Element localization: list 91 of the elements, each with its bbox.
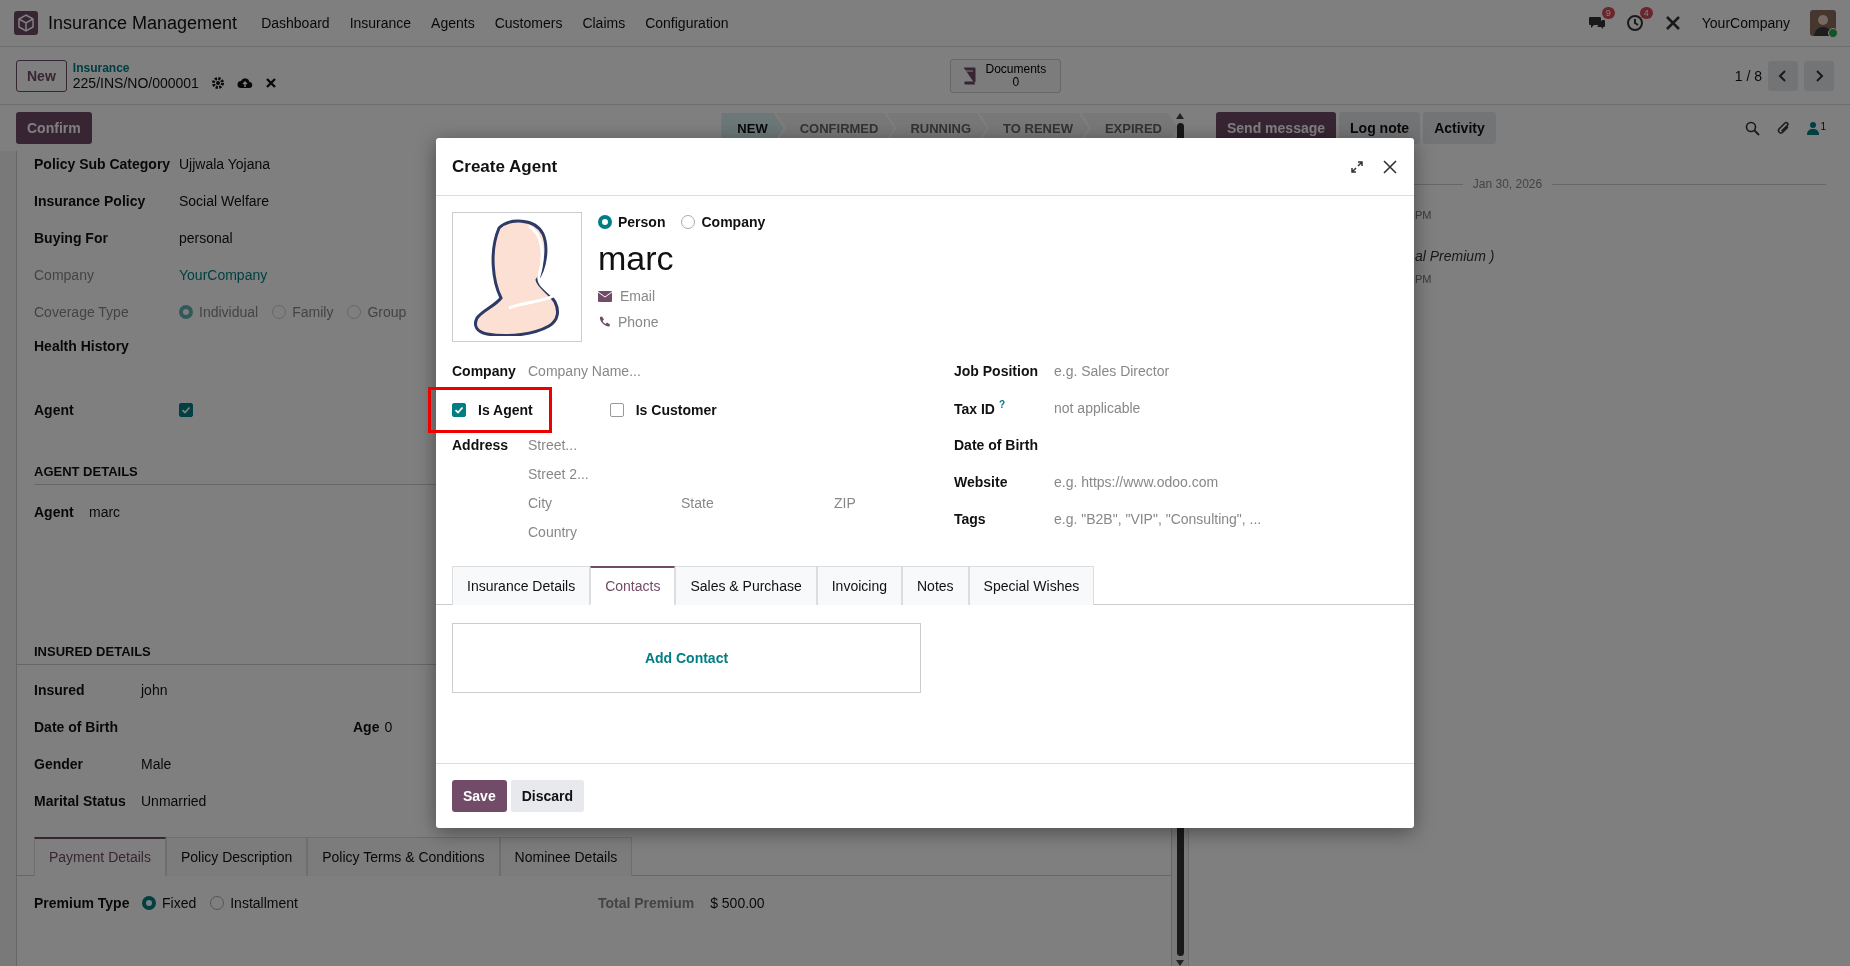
checkbox-label: Is Agent — [478, 402, 533, 418]
menu-item[interactable]: Agents — [431, 15, 475, 31]
menu-item[interactable]: Dashboard — [261, 15, 330, 31]
discard-button[interactable]: Discard — [510, 780, 585, 812]
chatter-button[interactable]: Activity — [1423, 112, 1496, 144]
street-field[interactable]: Street 2... — [528, 466, 589, 482]
field-value: marc — [89, 503, 121, 520]
notification-badge: 4 — [1639, 7, 1653, 19]
input-field[interactable]: e.g. "B2B", "VIP", "Consulting", ... — [1054, 510, 1262, 527]
option-label: Installment — [230, 894, 298, 911]
input-field[interactable]: e.g. https://www.odoo.com — [1054, 473, 1219, 490]
field-label: Date of Birth — [954, 436, 1038, 453]
field-label: Tax ID — [954, 400, 995, 417]
save-button[interactable]: Save — [452, 780, 507, 812]
field-label: Marital Status — [34, 792, 127, 809]
option-label: Person — [618, 214, 666, 230]
app-name[interactable]: Insurance Management — [48, 12, 238, 34]
follower-count: 1 — [1820, 121, 1826, 132]
field-value: john — [141, 681, 168, 698]
field-label: Total Premium — [597, 894, 695, 911]
company-field[interactable]: Company Name... — [528, 362, 641, 379]
option-label: Fixed — [162, 894, 197, 911]
input-field[interactable]: e.g. Sales Director — [1054, 362, 1170, 379]
message-text: al Premium ) — [1415, 248, 1495, 264]
field-label: Address — [452, 437, 510, 455]
field-link[interactable]: YourCompany — [179, 266, 268, 283]
menu-item[interactable]: Claims — [582, 15, 626, 31]
state-field[interactable]: State — [681, 495, 834, 511]
tab[interactable]: Notes — [902, 566, 969, 605]
tab[interactable]: Policy Terms & Conditions — [307, 837, 500, 876]
tab[interactable]: Special Wishes — [968, 566, 1095, 605]
breadcrumb-link[interactable]: Insurance — [72, 60, 277, 75]
city-field[interactable]: City — [528, 495, 681, 511]
field-label: Job Position — [954, 362, 1038, 379]
tab[interactable]: Policy Description — [165, 837, 308, 876]
street-field[interactable]: Street... — [528, 437, 578, 453]
field-value: Social Welfare — [179, 192, 269, 209]
field-label: Health History — [34, 338, 130, 354]
option-label: Group — [367, 303, 407, 320]
option-label: Individual — [199, 303, 259, 320]
menu-item[interactable]: Configuration — [645, 15, 729, 31]
field-label: Insurance Policy — [34, 192, 147, 209]
field-label: Coverage Type — [34, 303, 130, 320]
dialog-title: Create Agent — [452, 156, 558, 177]
pager-value: 1 / 8 — [1734, 67, 1762, 84]
field-value: Male — [141, 755, 172, 772]
add-contact-button[interactable]: Add Contact — [452, 623, 921, 693]
field-label: Policy Sub Category — [34, 155, 172, 172]
field-label: Agent — [34, 503, 75, 520]
field-label: Premium Type — [34, 894, 131, 911]
field-value: Unmarried — [141, 792, 207, 809]
message-time: PM — [1415, 209, 1432, 221]
notification-badge: 9 — [1601, 7, 1615, 19]
field-label: Tags — [954, 510, 986, 527]
new-button[interactable]: New — [16, 59, 67, 92]
field-value: $ 500.00 — [710, 894, 765, 911]
field-label: Age — [353, 718, 380, 735]
field-value: personal — [179, 229, 233, 246]
message-time: PM — [1415, 273, 1432, 285]
tab[interactable]: Nominee Details — [499, 837, 633, 876]
tab[interactable]: Contacts — [590, 566, 676, 605]
phone-field[interactable]: Phone — [618, 314, 659, 330]
option-label: Family — [292, 303, 334, 320]
email-field[interactable]: Email — [620, 288, 655, 304]
documents-button[interactable]: Documents 0 — [950, 58, 1062, 93]
input-field[interactable]: not applicable — [1054, 399, 1141, 416]
country-field[interactable]: Country — [528, 524, 578, 540]
tab[interactable]: Payment Details — [34, 837, 166, 876]
field-label: Insured — [34, 681, 86, 698]
tab[interactable]: Insurance Details — [452, 566, 591, 605]
checkbox-label: Is Customer — [635, 402, 717, 418]
tab[interactable]: Invoicing — [816, 566, 902, 605]
field-label: Company — [452, 362, 517, 379]
help-tooltip[interactable]: ? — [999, 398, 1006, 410]
zip-field[interactable]: ZIP — [834, 495, 987, 511]
confirm-button[interactable]: Confirm — [16, 112, 92, 144]
option-label: Company — [701, 214, 766, 230]
field-label: Gender — [34, 755, 84, 772]
field-label: Company — [34, 266, 95, 283]
menu-item[interactable]: Insurance — [349, 15, 412, 31]
company-switcher[interactable]: YourCompany — [1701, 15, 1790, 31]
name-field[interactable]: marc — [598, 238, 766, 278]
tab[interactable]: Sales & Purchase — [675, 566, 817, 605]
field-label: Buying For — [34, 229, 109, 246]
field-label: Date of Birth — [34, 718, 119, 735]
record-name: 225/INS/NO/000001 — [72, 74, 199, 91]
field-value: 0 — [384, 718, 393, 735]
field-label: Agent — [34, 402, 75, 418]
date-separator: Jan 30, 2026 — [1472, 177, 1543, 191]
field-value: Ujjwala Yojana — [179, 155, 271, 172]
menu-item[interactable]: Customers — [494, 15, 563, 31]
